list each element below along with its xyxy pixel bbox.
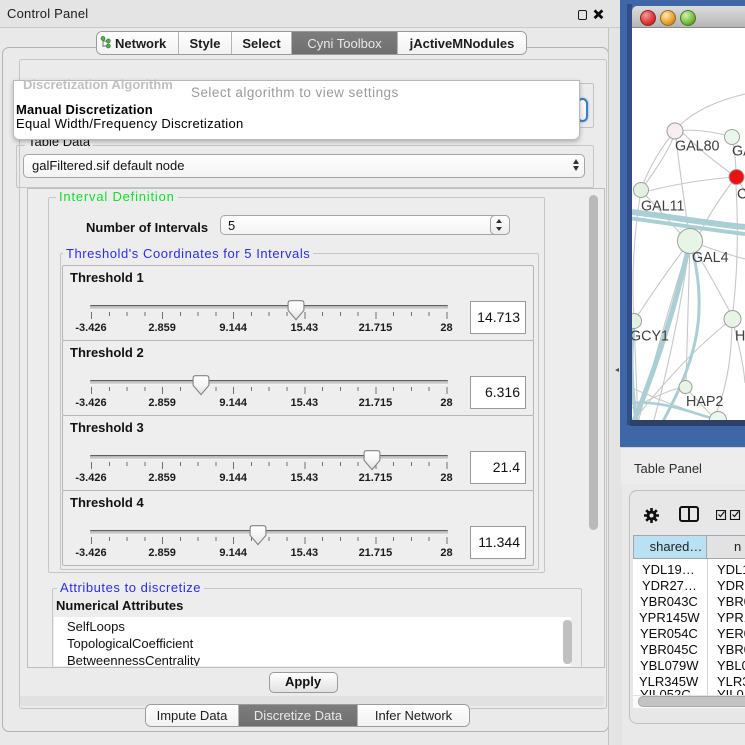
svg-text:HAP2: HAP2 [686, 394, 723, 410]
svg-text:C: C [737, 187, 745, 203]
svg-text:GAL11: GAL11 [641, 199, 684, 215]
svg-text:GA: GA [732, 144, 745, 160]
svg-text:GCY1: GCY1 [632, 329, 669, 345]
svg-text:GAL4: GAL4 [692, 250, 729, 266]
svg-text:GAL80: GAL80 [675, 139, 720, 155]
svg-text:H: H [735, 329, 745, 345]
